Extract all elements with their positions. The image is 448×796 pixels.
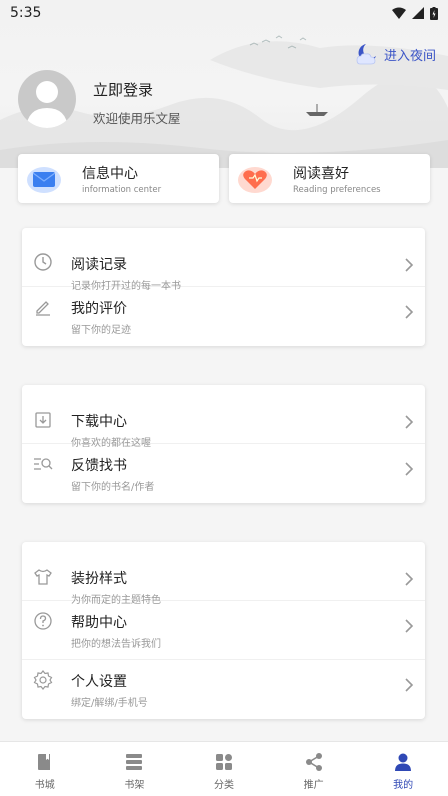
gear-icon	[33, 670, 53, 690]
tab-mine[interactable]: 我的	[358, 742, 448, 796]
chevron-right-icon	[405, 619, 414, 633]
menu-group-reading: 阅读记录 记录你打开过的每一本书 我的评价 留下你的足迹	[22, 228, 425, 346]
row-title: 阅读记录	[71, 257, 127, 273]
tab-label: 分类	[213, 780, 234, 791]
download-center-row[interactable]: 下载中心 你喜欢的都在这喔	[22, 385, 425, 449]
chevron-right-icon	[405, 415, 414, 429]
row-subtitle: 绑定/解绑/手机号	[71, 698, 148, 709]
bottom-tab-bar: 书城 书架 分类 推广 我的	[0, 741, 448, 796]
download-icon	[35, 412, 51, 428]
shirt-icon	[34, 569, 52, 585]
row-title: 反馈找书	[71, 458, 127, 474]
pencil-icon	[36, 301, 50, 316]
personal-settings-row[interactable]: 个人设置 绑定/解绑/手机号	[22, 660, 425, 719]
tab-label: 我的	[393, 780, 414, 791]
info-center-subtitle: information center	[82, 185, 162, 195]
tab-bookshelf[interactable]: 书架	[90, 742, 180, 796]
menu-group-settings: 装扮样式 为你而定的主题特色 帮助中心 把你的想法告诉我们 个人设置 绑定/解绑…	[22, 542, 425, 719]
default-user-icon	[26, 81, 68, 128]
moon-cloud-icon	[356, 44, 376, 65]
battery-icon	[430, 6, 438, 20]
my-reviews-row[interactable]: 我的评价 留下你的足迹	[22, 287, 425, 346]
message-icon	[27, 167, 61, 193]
tab-label: 书城	[34, 780, 55, 791]
welcome-text: 欢迎使用乐文屋	[93, 111, 181, 126]
search-list-icon	[34, 458, 53, 470]
row-title: 个人设置	[71, 674, 127, 690]
chevron-right-icon	[405, 462, 414, 476]
reading-preferences-title: 阅读喜好	[293, 166, 349, 182]
row-title: 装扮样式	[71, 571, 127, 587]
chevron-right-icon	[405, 678, 414, 692]
wifi-icon	[392, 7, 406, 19]
avatar[interactable]	[18, 70, 76, 128]
row-title: 下载中心	[71, 414, 127, 430]
clock-icon	[34, 253, 52, 271]
tab-label: 推广	[303, 780, 324, 791]
row-subtitle: 把你的想法告诉我们	[71, 639, 161, 650]
reading-history-row[interactable]: 阅读记录 记录你打开过的每一本书	[22, 228, 425, 292]
login-button[interactable]: 立即登录	[93, 79, 153, 100]
chevron-right-icon	[405, 572, 414, 586]
heart-icon	[238, 167, 272, 193]
help-center-row[interactable]: 帮助中心 把你的想法告诉我们	[22, 601, 425, 660]
tab-promotion[interactable]: 推广	[269, 742, 359, 796]
status-time: 5:35	[10, 5, 42, 21]
share-icon	[305, 753, 322, 771]
info-center-title: 信息中心	[82, 166, 138, 182]
tab-bookstore[interactable]: 书城	[0, 742, 90, 796]
night-mode-button[interactable]: 进入夜间	[354, 42, 436, 66]
tab-label: 书架	[124, 780, 145, 791]
row-title: 帮助中心	[71, 615, 127, 631]
chevron-right-icon	[405, 258, 414, 272]
reading-preferences-card[interactable]: 阅读喜好 Reading preferences	[229, 154, 430, 203]
tab-category[interactable]: 分类	[179, 742, 269, 796]
user-icon	[395, 753, 412, 771]
night-mode-label: 进入夜间	[383, 48, 436, 64]
row-subtitle: 留下你的书名/作者	[71, 482, 155, 493]
book-icon	[37, 754, 50, 770]
theme-style-row[interactable]: 装扮样式 为你而定的主题特色	[22, 542, 425, 606]
shelf-icon	[126, 754, 143, 770]
reading-preferences-subtitle: Reading preferences	[293, 185, 381, 195]
status-bar: 5:35	[0, 0, 448, 26]
menu-group-download: 下载中心 你喜欢的都在这喔 反馈找书 留下你的书名/作者	[22, 385, 425, 503]
category-icon	[215, 754, 232, 770]
feedback-find-book-row[interactable]: 反馈找书 留下你的书名/作者	[22, 444, 425, 503]
question-icon	[34, 612, 52, 630]
chevron-right-icon	[405, 305, 414, 319]
status-icons	[392, 6, 438, 20]
signal-icon	[412, 7, 424, 19]
info-center-card[interactable]: 信息中心 information center	[18, 154, 219, 203]
row-subtitle: 留下你的足迹	[71, 325, 131, 336]
row-title: 我的评价	[71, 301, 127, 317]
